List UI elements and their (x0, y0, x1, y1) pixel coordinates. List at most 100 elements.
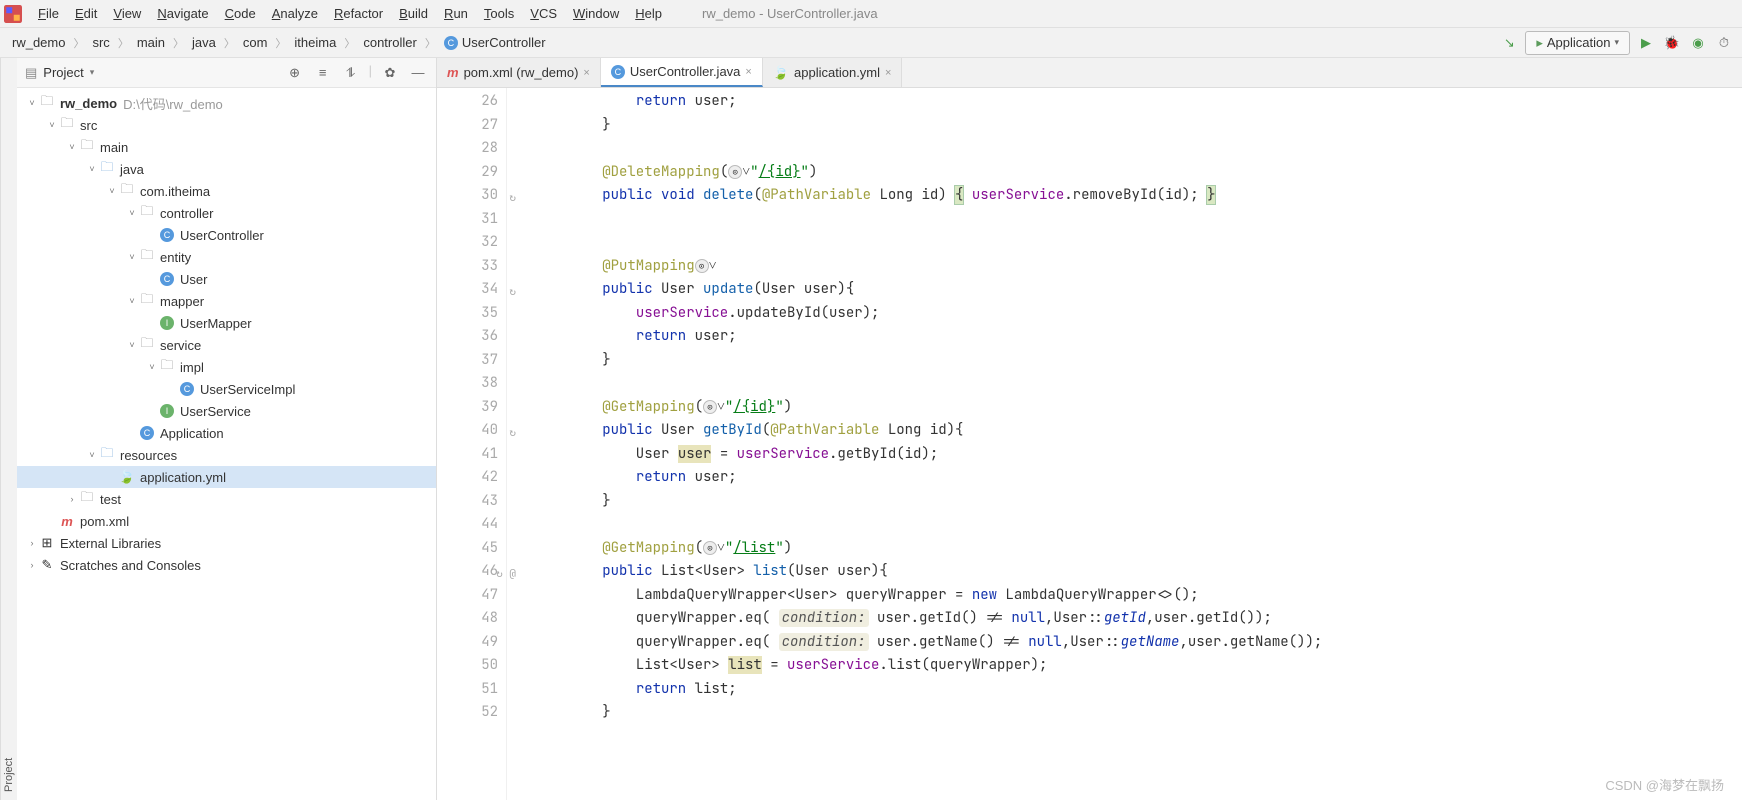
line-number[interactable]: 44 (437, 513, 498, 537)
line-number[interactable]: 45 (437, 537, 498, 561)
tree-src[interactable]: ˅src (17, 114, 436, 136)
code-line[interactable]: public User update(User user){ (535, 278, 1742, 302)
tab-pom-xml-rw-demo-[interactable]: mpom.xml (rw_demo)× (437, 58, 601, 87)
menu-vcs[interactable]: VCS (522, 3, 565, 24)
menu-run[interactable]: Run (436, 3, 476, 24)
code-line[interactable]: return user; (535, 466, 1742, 490)
tree-usercontroller[interactable]: CUserController (17, 224, 436, 246)
settings-icon[interactable]: ✿ (380, 63, 400, 83)
tree-impl[interactable]: ˅impl (17, 356, 436, 378)
crumb-controller[interactable]: controller (359, 33, 420, 52)
tree-application[interactable]: CApplication (17, 422, 436, 444)
tab-application-yml[interactable]: application.yml× (763, 58, 903, 87)
tree-test[interactable]: ›test (17, 488, 436, 510)
code-line[interactable]: } (535, 701, 1742, 725)
code-line[interactable] (535, 513, 1742, 537)
line-number[interactable]: 40↻ (437, 419, 498, 443)
crumb-rw_demo[interactable]: rw_demo (8, 33, 69, 52)
line-number[interactable]: 47 (437, 584, 498, 608)
code-line[interactable]: } (535, 114, 1742, 138)
line-number[interactable]: 32 (437, 231, 498, 255)
menu-window[interactable]: Window (565, 3, 627, 24)
code-line[interactable]: List<User> list = userService.list(query… (535, 654, 1742, 678)
menu-code[interactable]: Code (217, 3, 264, 24)
menu-file[interactable]: File (30, 3, 67, 24)
crumb-java[interactable]: java (188, 33, 220, 52)
line-number[interactable]: 37 (437, 349, 498, 373)
tree-external-libraries[interactable]: ›⊞External Libraries (17, 532, 436, 554)
tree-application-yml[interactable]: application.yml (17, 466, 436, 488)
code-line[interactable]: LambdaQueryWrapper<User> queryWrapper = … (535, 584, 1742, 608)
tree-service[interactable]: ˅service (17, 334, 436, 356)
run-configuration-select[interactable]: ▸ Application ▾ (1525, 31, 1630, 55)
tree-userserviceimpl[interactable]: CUserServiceImpl (17, 378, 436, 400)
tree-main[interactable]: ˅main (17, 136, 436, 158)
code-line[interactable]: @GetMapping(⊙˅"/{id}") (535, 396, 1742, 420)
tree-controller[interactable]: ˅controller (17, 202, 436, 224)
line-number[interactable]: 39 (437, 396, 498, 420)
line-number[interactable]: 36 (437, 325, 498, 349)
code-line[interactable]: return user; (535, 325, 1742, 349)
line-number[interactable]: 50 (437, 654, 498, 678)
tree-rw-demo[interactable]: ˅rw_demoD:\代码\rw_demo (17, 92, 436, 114)
tree-user[interactable]: CUser (17, 268, 436, 290)
code-line[interactable] (535, 137, 1742, 161)
locate-icon[interactable]: ⊕ (285, 63, 305, 83)
hide-icon[interactable]: — (408, 63, 428, 83)
code-line[interactable]: queryWrapper.eq( condition: user.getId()… (535, 607, 1742, 631)
crumb-com[interactable]: com (239, 33, 272, 52)
close-icon[interactable]: × (745, 66, 751, 78)
collapse-icon[interactable]: ⥮ (341, 63, 361, 83)
line-number[interactable]: 48 (437, 607, 498, 631)
line-number[interactable]: 52 (437, 701, 498, 725)
code-line[interactable]: @DeleteMapping(⊙˅"/{id}") (535, 161, 1742, 185)
project-tool-tab[interactable]: Project (0, 58, 17, 800)
code-line[interactable] (535, 208, 1742, 232)
code-line[interactable] (535, 231, 1742, 255)
menu-view[interactable]: View (105, 3, 149, 24)
project-tree[interactable]: ˅rw_demoD:\代码\rw_demo˅src˅main˅java˅com.… (17, 88, 436, 580)
code-line[interactable]: userService.updateById(user); (535, 302, 1742, 326)
menu-help[interactable]: Help (627, 3, 670, 24)
code-line[interactable]: public void delete(@PathVariable Long id… (535, 184, 1742, 208)
tree-pom-xml[interactable]: mpom.xml (17, 510, 436, 532)
line-number[interactable]: 35 (437, 302, 498, 326)
expand-icon[interactable]: ≡ (313, 63, 333, 83)
crumb-itheima[interactable]: itheima (290, 33, 340, 52)
line-number[interactable]: 43 (437, 490, 498, 514)
gutter[interactable]: 2627282930↻31323334↻353637383940↻4142434… (437, 88, 507, 800)
menu-edit[interactable]: Edit (67, 3, 105, 24)
coverage-icon[interactable]: ◉ (1688, 33, 1708, 53)
line-number[interactable]: 28 (437, 137, 498, 161)
crumb-src[interactable]: src (88, 33, 113, 52)
code-line[interactable]: @GetMapping(⊙˅"/list") (535, 537, 1742, 561)
tree-usermapper[interactable]: IUserMapper (17, 312, 436, 334)
tree-com-itheima[interactable]: ˅com.itheima (17, 180, 436, 202)
line-number[interactable]: 26 (437, 90, 498, 114)
code-line[interactable]: return user; (535, 90, 1742, 114)
tree-java[interactable]: ˅java (17, 158, 436, 180)
code-line[interactable]: User user = userService.getById(id); (535, 443, 1742, 467)
crumb-main[interactable]: main (133, 33, 169, 52)
line-number[interactable]: 33 (437, 255, 498, 279)
code-line[interactable]: queryWrapper.eq( condition: user.getName… (535, 631, 1742, 655)
run-icon[interactable]: ▶ (1636, 33, 1656, 53)
menu-refactor[interactable]: Refactor (326, 3, 391, 24)
line-number[interactable]: 30↻ (437, 184, 498, 208)
menu-analyze[interactable]: Analyze (264, 3, 326, 24)
code-area[interactable]: return user; } @DeleteMapping(⊙˅"/{id}")… (507, 88, 1742, 800)
line-number[interactable]: 46↻ @ (437, 560, 498, 584)
code-line[interactable]: @PutMapping⊙˅ (535, 255, 1742, 279)
profile-icon[interactable]: ⏱ (1714, 33, 1734, 53)
menu-tools[interactable]: Tools (476, 3, 522, 24)
tab-usercontroller-java[interactable]: CUserController.java× (601, 58, 763, 87)
code-line[interactable] (535, 372, 1742, 396)
code-line[interactable]: } (535, 349, 1742, 373)
line-number[interactable]: 34↻ (437, 278, 498, 302)
line-number[interactable]: 42 (437, 466, 498, 490)
code-line[interactable]: public List<User> list(User user){ (535, 560, 1742, 584)
close-icon[interactable]: × (583, 67, 589, 79)
tree-resources[interactable]: ˅resources (17, 444, 436, 466)
menu-build[interactable]: Build (391, 3, 436, 24)
line-number[interactable]: 31 (437, 208, 498, 232)
